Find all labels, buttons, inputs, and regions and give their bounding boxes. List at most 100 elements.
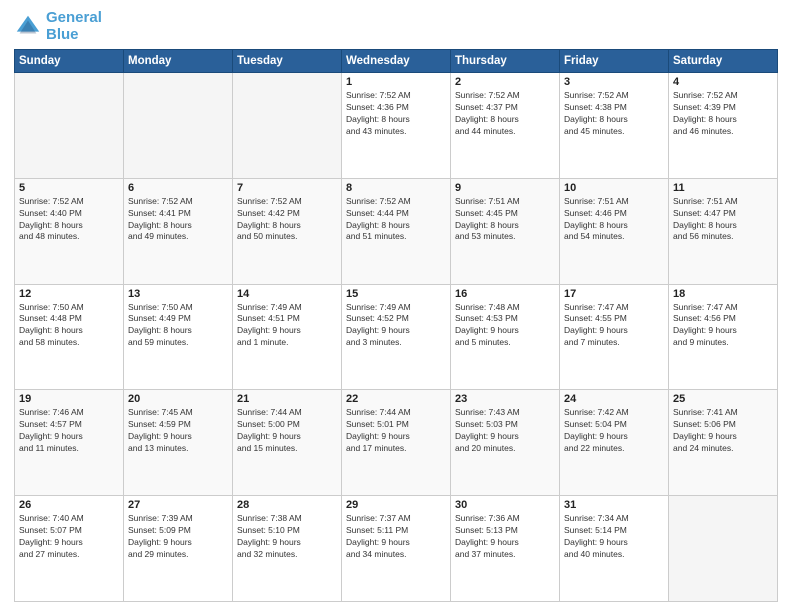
day-number: 4 xyxy=(673,76,773,88)
day-info: Sunrise: 7:41 AM Sunset: 5:06 PM Dayligh… xyxy=(673,407,773,455)
calendar-day-cell: 31 Sunrise: 7:34 AM Sunset: 5:14 PM Dayli… xyxy=(560,496,669,602)
calendar-day-cell: 16 Sunrise: 7:48 AM Sunset: 4:53 PM Dayli… xyxy=(451,284,560,390)
day-info: Sunrise: 7:52 AM Sunset: 4:36 PM Dayligh… xyxy=(346,90,446,138)
calendar-day-cell: 30Sunrise: 7:36 AM Sunset: 5:13 PM Dayli… xyxy=(451,496,560,602)
day-info: Sunrise: 7:34 AM Sunset: 5:14 PM Dayligh… xyxy=(564,513,664,561)
day-number: 19 xyxy=(19,393,119,405)
day-info: Sunrise: 7:52 AM Sunset: 4:42 PM Dayligh… xyxy=(237,196,337,244)
calendar-week-row: 5Sunrise: 7:52 AM Sunset: 4:40 PM Daylig… xyxy=(15,178,778,284)
calendar-day-cell: 10 Sunrise: 7:51 AM Sunset: 4:46 PM Dayli… xyxy=(560,178,669,284)
day-number: 13 xyxy=(128,288,228,300)
day-info: Sunrise: 7:38 AM Sunset: 5:10 PM Dayligh… xyxy=(237,513,337,561)
day-number: 17 xyxy=(564,288,664,300)
day-number: 27 xyxy=(128,499,228,511)
calendar-day-cell: 14Sunrise: 7:49 AM Sunset: 4:51 PM Dayli… xyxy=(233,284,342,390)
calendar-day-cell: 2Sunrise: 7:52 AM Sunset: 4:37 PM Daylig… xyxy=(451,73,560,179)
calendar-week-row: 26Sunrise: 7:40 AM Sunset: 5:07 PM Dayli… xyxy=(15,496,778,602)
day-info: Sunrise: 7:49 AM Sunset: 4:52 PM Dayligh… xyxy=(346,302,446,350)
day-info: Sunrise: 7:51 AM Sunset: 4:46 PM Dayligh… xyxy=(564,196,664,244)
day-info: Sunrise: 7:36 AM Sunset: 5:13 PM Dayligh… xyxy=(455,513,555,561)
day-number: 7 xyxy=(237,182,337,194)
calendar-day-cell: 26Sunrise: 7:40 AM Sunset: 5:07 PM Dayli… xyxy=(15,496,124,602)
calendar-header-row: SundayMondayTuesdayWednesdayThursdayFrid… xyxy=(15,50,778,73)
calendar-day-cell: 18 Sunrise: 7:47 AM Sunset: 4:56 PM Dayli… xyxy=(669,284,778,390)
calendar-day-cell xyxy=(669,496,778,602)
day-number: 14 xyxy=(237,288,337,300)
weekday-header: Monday xyxy=(124,50,233,73)
header: General Blue xyxy=(14,10,778,43)
day-info: Sunrise: 7:48 AM Sunset: 4:53 PM Dayligh… xyxy=(455,302,555,350)
calendar-day-cell: 22 Sunrise: 7:44 AM Sunset: 5:01 PM Dayli… xyxy=(342,390,451,496)
calendar-day-cell xyxy=(124,73,233,179)
calendar-week-row: 12 Sunrise: 7:50 AM Sunset: 4:48 PM Dayli… xyxy=(15,284,778,390)
day-info: Sunrise: 7:44 AM Sunset: 5:00 PM Dayligh… xyxy=(237,407,337,455)
day-number: 8 xyxy=(346,182,446,194)
calendar-day-cell: 12 Sunrise: 7:50 AM Sunset: 4:48 PM Dayli… xyxy=(15,284,124,390)
calendar-day-cell: 29Sunrise: 7:37 AM Sunset: 5:11 PM Dayli… xyxy=(342,496,451,602)
day-number: 31 xyxy=(564,499,664,511)
page: General Blue SundayMondayTuesdayWednesda… xyxy=(0,0,792,612)
day-info: Sunrise: 7:50 AM Sunset: 4:48 PM Dayligh… xyxy=(19,302,119,350)
day-number: 6 xyxy=(128,182,228,194)
calendar-day-cell: 27 Sunrise: 7:39 AM Sunset: 5:09 PM Dayli… xyxy=(124,496,233,602)
calendar-day-cell: 13Sunrise: 7:50 AM Sunset: 4:49 PM Dayli… xyxy=(124,284,233,390)
day-info: Sunrise: 7:43 AM Sunset: 5:03 PM Dayligh… xyxy=(455,407,555,455)
weekday-header: Friday xyxy=(560,50,669,73)
calendar-day-cell xyxy=(233,73,342,179)
calendar-day-cell: 7 Sunrise: 7:52 AM Sunset: 4:42 PM Daylig… xyxy=(233,178,342,284)
calendar-week-row: 19 Sunrise: 7:46 AM Sunset: 4:57 PM Dayli… xyxy=(15,390,778,496)
day-info: Sunrise: 7:52 AM Sunset: 4:37 PM Dayligh… xyxy=(455,90,555,138)
weekday-header: Wednesday xyxy=(342,50,451,73)
day-info: Sunrise: 7:42 AM Sunset: 5:04 PM Dayligh… xyxy=(564,407,664,455)
day-number: 15 xyxy=(346,288,446,300)
calendar-week-row: 1Sunrise: 7:52 AM Sunset: 4:36 PM Daylig… xyxy=(15,73,778,179)
day-number: 10 xyxy=(564,182,664,194)
weekday-header: Thursday xyxy=(451,50,560,73)
calendar-day-cell: 28 Sunrise: 7:38 AM Sunset: 5:10 PM Dayli… xyxy=(233,496,342,602)
day-info: Sunrise: 7:51 AM Sunset: 4:45 PM Dayligh… xyxy=(455,196,555,244)
day-info: Sunrise: 7:52 AM Sunset: 4:41 PM Dayligh… xyxy=(128,196,228,244)
day-number: 18 xyxy=(673,288,773,300)
calendar-day-cell: 4 Sunrise: 7:52 AM Sunset: 4:39 PM Daylig… xyxy=(669,73,778,179)
day-info: Sunrise: 7:37 AM Sunset: 5:11 PM Dayligh… xyxy=(346,513,446,561)
calendar-day-cell: 17Sunrise: 7:47 AM Sunset: 4:55 PM Dayli… xyxy=(560,284,669,390)
calendar-day-cell: 11 Sunrise: 7:51 AM Sunset: 4:47 PM Dayli… xyxy=(669,178,778,284)
day-number: 22 xyxy=(346,393,446,405)
day-info: Sunrise: 7:39 AM Sunset: 5:09 PM Dayligh… xyxy=(128,513,228,561)
day-info: Sunrise: 7:45 AM Sunset: 4:59 PM Dayligh… xyxy=(128,407,228,455)
calendar-day-cell: 3 Sunrise: 7:52 AM Sunset: 4:38 PM Daylig… xyxy=(560,73,669,179)
calendar-day-cell: 25 Sunrise: 7:41 AM Sunset: 5:06 PM Dayli… xyxy=(669,390,778,496)
day-info: Sunrise: 7:52 AM Sunset: 4:38 PM Dayligh… xyxy=(564,90,664,138)
calendar-day-cell: 20 Sunrise: 7:45 AM Sunset: 4:59 PM Dayli… xyxy=(124,390,233,496)
weekday-header: Tuesday xyxy=(233,50,342,73)
day-number: 20 xyxy=(128,393,228,405)
day-number: 3 xyxy=(564,76,664,88)
day-number: 21 xyxy=(237,393,337,405)
calendar-day-cell xyxy=(15,73,124,179)
calendar-day-cell: 1Sunrise: 7:52 AM Sunset: 4:36 PM Daylig… xyxy=(342,73,451,179)
day-info: Sunrise: 7:47 AM Sunset: 4:56 PM Dayligh… xyxy=(673,302,773,350)
day-number: 28 xyxy=(237,499,337,511)
day-number: 25 xyxy=(673,393,773,405)
day-number: 9 xyxy=(455,182,555,194)
calendar-day-cell: 8 Sunrise: 7:52 AM Sunset: 4:44 PM Daylig… xyxy=(342,178,451,284)
logo: General Blue xyxy=(14,10,102,43)
weekday-header: Sunday xyxy=(15,50,124,73)
day-number: 11 xyxy=(673,182,773,194)
logo-text: General Blue xyxy=(46,10,102,43)
day-info: Sunrise: 7:46 AM Sunset: 4:57 PM Dayligh… xyxy=(19,407,119,455)
day-number: 16 xyxy=(455,288,555,300)
weekday-header: Saturday xyxy=(669,50,778,73)
day-info: Sunrise: 7:51 AM Sunset: 4:47 PM Dayligh… xyxy=(673,196,773,244)
day-info: Sunrise: 7:52 AM Sunset: 4:39 PM Dayligh… xyxy=(673,90,773,138)
calendar-day-cell: 6 Sunrise: 7:52 AM Sunset: 4:41 PM Daylig… xyxy=(124,178,233,284)
logo-icon xyxy=(14,13,42,41)
day-number: 12 xyxy=(19,288,119,300)
day-number: 24 xyxy=(564,393,664,405)
day-info: Sunrise: 7:40 AM Sunset: 5:07 PM Dayligh… xyxy=(19,513,119,561)
calendar-table: SundayMondayTuesdayWednesdayThursdayFrid… xyxy=(14,49,778,602)
day-info: Sunrise: 7:52 AM Sunset: 4:44 PM Dayligh… xyxy=(346,196,446,244)
calendar-day-cell: 19 Sunrise: 7:46 AM Sunset: 4:57 PM Dayli… xyxy=(15,390,124,496)
calendar-day-cell: 23Sunrise: 7:43 AM Sunset: 5:03 PM Dayli… xyxy=(451,390,560,496)
day-info: Sunrise: 7:44 AM Sunset: 5:01 PM Dayligh… xyxy=(346,407,446,455)
